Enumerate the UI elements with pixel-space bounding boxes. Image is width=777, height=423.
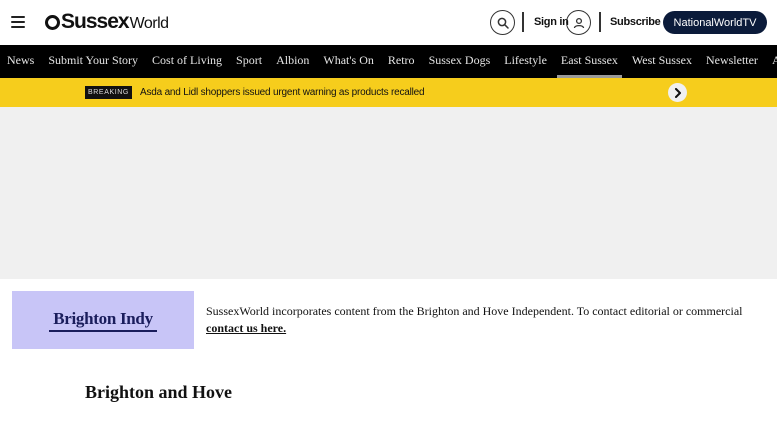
- partner-notice-text: SussexWorld incorporates content from th…: [206, 304, 743, 318]
- breaking-news-bar: BREAKING Asda and Lidl shoppers issued u…: [0, 78, 777, 107]
- section-title: Brighton and Hove: [85, 382, 233, 402]
- search-icon: [497, 17, 509, 29]
- nav-item-advertise[interactable]: Advertise: [772, 45, 777, 78]
- partner-notice: SussexWorld incorporates content from th…: [206, 303, 746, 337]
- nav-item-newsletter[interactable]: Newsletter: [706, 45, 758, 78]
- national-world-tv-button[interactable]: NationalWorldTV: [663, 11, 767, 34]
- nav-item-west-sussex[interactable]: West Sussex: [632, 45, 692, 78]
- partner-logo-underline: [49, 329, 157, 332]
- nav-item-what-s-on[interactable]: What's On: [323, 45, 373, 78]
- search-button[interactable]: [490, 10, 515, 35]
- sign-in-link[interactable]: Sign in: [534, 16, 569, 28]
- nav-item-albion[interactable]: Albion: [276, 45, 309, 78]
- header-divider: [522, 12, 524, 32]
- nav-item-retro[interactable]: Retro: [388, 45, 415, 78]
- user-icon: [573, 17, 584, 28]
- account-button[interactable]: [566, 10, 591, 35]
- nav-item-sussex-dogs[interactable]: Sussex Dogs: [429, 45, 491, 78]
- nav-item-submit-your-story[interactable]: Submit Your Story: [48, 45, 138, 78]
- nav-item-cost-of-living[interactable]: Cost of Living: [152, 45, 222, 78]
- logo-mark: [45, 14, 60, 30]
- site-logo[interactable]: Sussex World: [45, 10, 169, 34]
- main-navigation: News Submit Your Story Cost of Living Sport…: [0, 45, 777, 78]
- logo-text-light: World: [129, 15, 170, 32]
- logo-text-bold: Sussex: [61, 10, 130, 33]
- nav-item-lifestyle[interactable]: Lifestyle: [504, 45, 547, 78]
- breaking-headline[interactable]: Asda and Lidl shoppers issued urgent war…: [140, 87, 425, 98]
- site-header: Sussex World Sign in Subscribe NationalW…: [0, 0, 777, 45]
- partner-logo-text: Brighton Indy: [53, 308, 153, 328]
- nav-item-east-sussex[interactable]: East Sussex: [556, 45, 622, 78]
- chevron-right-icon: [674, 87, 681, 98]
- advertisement-placeholder: [0, 107, 777, 279]
- header-divider: [599, 12, 601, 32]
- contact-us-link[interactable]: contact us here.: [206, 321, 286, 335]
- breaking-badge: BREAKING: [85, 86, 132, 99]
- menu-icon[interactable]: [11, 16, 25, 28]
- nav-item-sport[interactable]: Sport: [236, 45, 262, 78]
- subscribe-link[interactable]: Subscribe: [610, 16, 661, 28]
- next-story-button[interactable]: [668, 83, 687, 102]
- nav-item-news[interactable]: News: [7, 45, 34, 78]
- brighton-indy-logo[interactable]: Brighton Indy: [12, 291, 194, 349]
